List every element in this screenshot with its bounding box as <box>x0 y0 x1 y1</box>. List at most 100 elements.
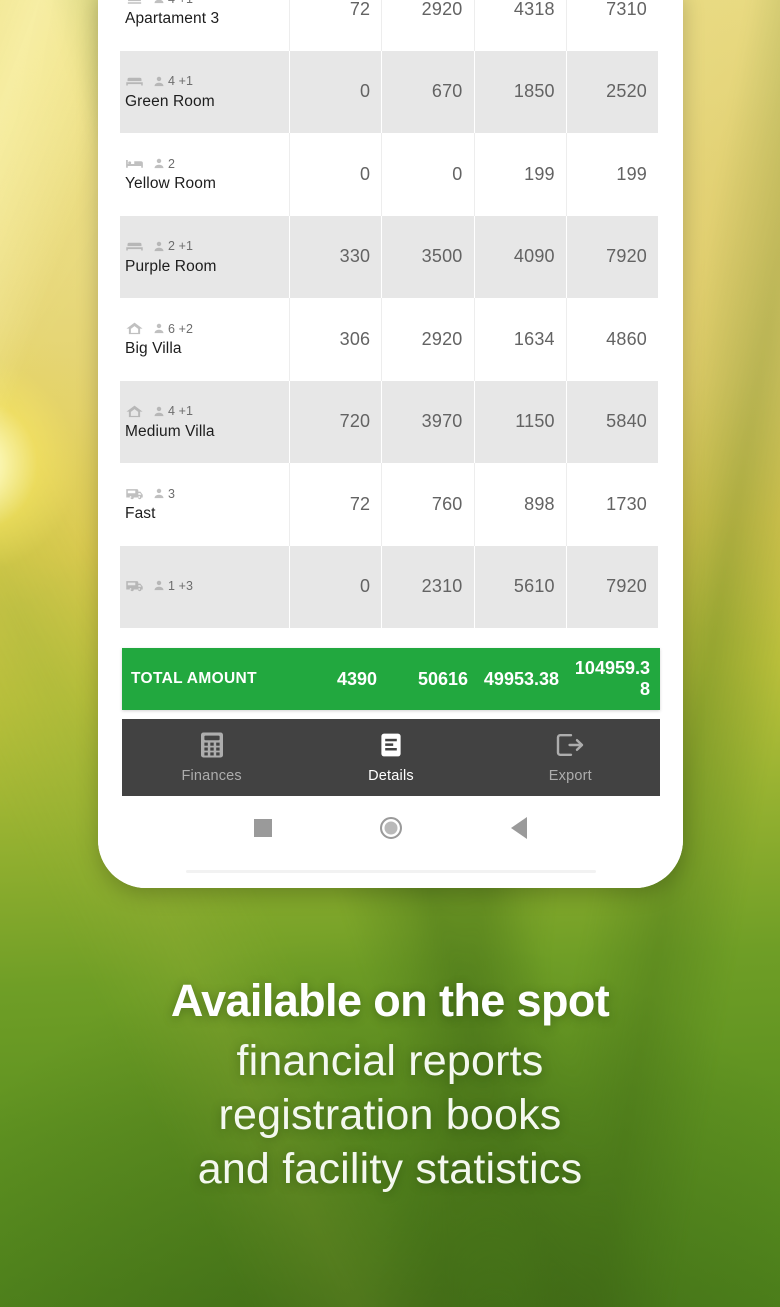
nav-label-details: Details <box>368 768 414 784</box>
nav-item-details[interactable]: Details <box>301 719 480 796</box>
person-icon <box>154 76 164 86</box>
room-meta: 2 <box>125 155 289 172</box>
promo-line-3: and facility statistics <box>197 1145 583 1193</box>
room-name: Fast <box>125 505 156 523</box>
table-row[interactable]: 4 +1 Green Room 0 670 1850 2520 <box>120 50 658 134</box>
person-icon <box>154 323 164 334</box>
promo-line-2: registration books <box>218 1091 562 1139</box>
table-cell-value: 2920 <box>381 0 473 51</box>
room-cell: 2 +1 Purple Room <box>120 216 289 299</box>
table-cell-value: 7920 <box>565 215 658 299</box>
bed-single-icon <box>126 77 143 86</box>
house-icon <box>126 405 143 417</box>
table-cell-value: 720 <box>289 380 381 464</box>
occupancy: 4 +1 <box>153 404 193 418</box>
table-cell-value: 5840 <box>565 380 658 464</box>
table-cell-value: 3500 <box>381 215 473 299</box>
occupancy: 6 +2 <box>153 322 193 336</box>
room-name: Medium Villa <box>125 422 215 440</box>
room-cell: 6 +2 Big Villa <box>120 298 289 381</box>
table-cell-value: 4860 <box>565 298 658 381</box>
facility-statistics-table[interactable]: 4 +1 Apartament 2 4 +1 Apartam <box>120 0 658 651</box>
nav-item-finances[interactable]: Finances <box>122 719 301 796</box>
camper-icon <box>126 581 143 592</box>
back-triangle-icon <box>510 817 527 839</box>
table-cell-value: 199 <box>473 133 566 216</box>
room-cell: 1 +3 <box>120 546 289 629</box>
occupancy: 3 <box>153 487 175 501</box>
occupancy: 2 <box>153 157 175 171</box>
promo-headline: Available on the spot <box>170 975 610 1026</box>
room-meta: 4 +1 <box>125 0 289 7</box>
total-amount-value: 104959.38 <box>574 658 650 699</box>
occupancy-text: 4 +1 <box>168 0 193 6</box>
table-row[interactable]: 6 +2 Big Villa 306 2920 1634 4860 <box>120 298 658 381</box>
room-meta: 6 +2 <box>125 320 289 337</box>
table-cell-value: 306 <box>289 298 381 381</box>
person-icon <box>154 0 164 4</box>
export-icon <box>557 734 584 756</box>
android-system-navigation <box>98 796 683 888</box>
back-button[interactable] <box>455 796 583 860</box>
occupancy: 1 +3 <box>153 579 193 593</box>
home-button[interactable] <box>327 796 455 860</box>
table-row[interactable]: 2 +1 Purple Room 330 3500 4090 7920 <box>120 215 658 299</box>
occupancy-text: 2 <box>168 156 176 171</box>
table-cell-value: 0 <box>381 133 473 216</box>
occupancy-text: 4 +1 <box>168 74 194 89</box>
total-amount-bar: TOTAL AMOUNT 4390 50616 49953.38 104959.… <box>122 648 660 710</box>
room-name: Apartament 3 <box>125 10 220 28</box>
home-circle-icon <box>379 817 402 839</box>
table-cell-value: 2310 <box>381 545 473 629</box>
table-row[interactable]: 2 Yellow Room 0 0 199 199 <box>120 133 658 216</box>
table-cell-value: 72 <box>289 463 381 546</box>
person-icon <box>154 158 164 169</box>
table-row[interactable]: 4 +1 Medium Villa 720 3970 1150 5840 <box>120 380 658 464</box>
gesture-handle <box>185 870 596 873</box>
house-icon <box>126 322 143 335</box>
promo-line-1: financial reports <box>236 1037 544 1085</box>
phone-mockup: 4 +1 Apartament 2 4 +1 Apartam <box>98 0 683 888</box>
document-icon <box>381 733 401 757</box>
table-cell-value: 2920 <box>381 298 473 381</box>
bottom-navigation-bar: Finances Details Export <box>122 719 660 796</box>
room-meta: 2 +1 <box>125 238 289 255</box>
room-cell: 4 +1 Apartament 3 <box>120 0 289 51</box>
room-meta: 4 +1 <box>125 403 289 420</box>
nav-label-finances: Finances <box>181 768 242 784</box>
table-cell-value: 5610 <box>473 545 566 629</box>
occupancy-text: 6 +2 <box>168 321 194 336</box>
table-row[interactable]: 1 +3 0 2310 5610 7920 <box>120 545 658 629</box>
table-row[interactable]: 3 Fast 72 760 898 1730 <box>120 463 658 546</box>
table-cell-value: 0 <box>289 545 381 629</box>
room-name: Green Room <box>125 92 215 110</box>
recents-button[interactable] <box>199 796 327 860</box>
table-row[interactable]: 4 +1 Apartament 3 72 2920 4318 7310 <box>120 0 658 51</box>
room-meta: 1 +3 <box>125 577 289 594</box>
occupancy-text: 3 <box>168 486 176 501</box>
table-cell-value: 0 <box>289 133 381 216</box>
table-cell-value: 1730 <box>565 463 658 546</box>
table-cell-value: 760 <box>381 463 473 546</box>
nav-item-export[interactable]: Export <box>481 719 660 796</box>
room-name: Purple Room <box>125 257 217 275</box>
person-icon <box>154 406 164 416</box>
occupancy-text: 1 +3 <box>168 578 194 593</box>
table-cell-value: 670 <box>381 50 473 134</box>
total-amount-value: 4390 <box>336 668 377 689</box>
room-name: Yellow Room <box>125 175 216 193</box>
room-meta: 4 +1 <box>125 73 289 90</box>
room-cell: 4 +1 Medium Villa <box>120 381 289 464</box>
table-cell-value: 7310 <box>565 0 658 51</box>
room-name: Big Villa <box>125 340 182 358</box>
bed-single-icon <box>126 242 143 251</box>
table-cell-value: 0 <box>289 50 381 134</box>
bed-icon <box>126 160 143 168</box>
promo-copy: Available on the spot financial reports … <box>0 968 780 1196</box>
occupancy: 2 +1 <box>153 239 193 253</box>
person-icon <box>154 488 164 499</box>
table-cell-value: 72 <box>289 0 381 51</box>
table-cell-value: 3970 <box>381 380 473 464</box>
table-cell-value: 1150 <box>473 380 566 464</box>
table-cell-value: 1850 <box>473 50 566 134</box>
